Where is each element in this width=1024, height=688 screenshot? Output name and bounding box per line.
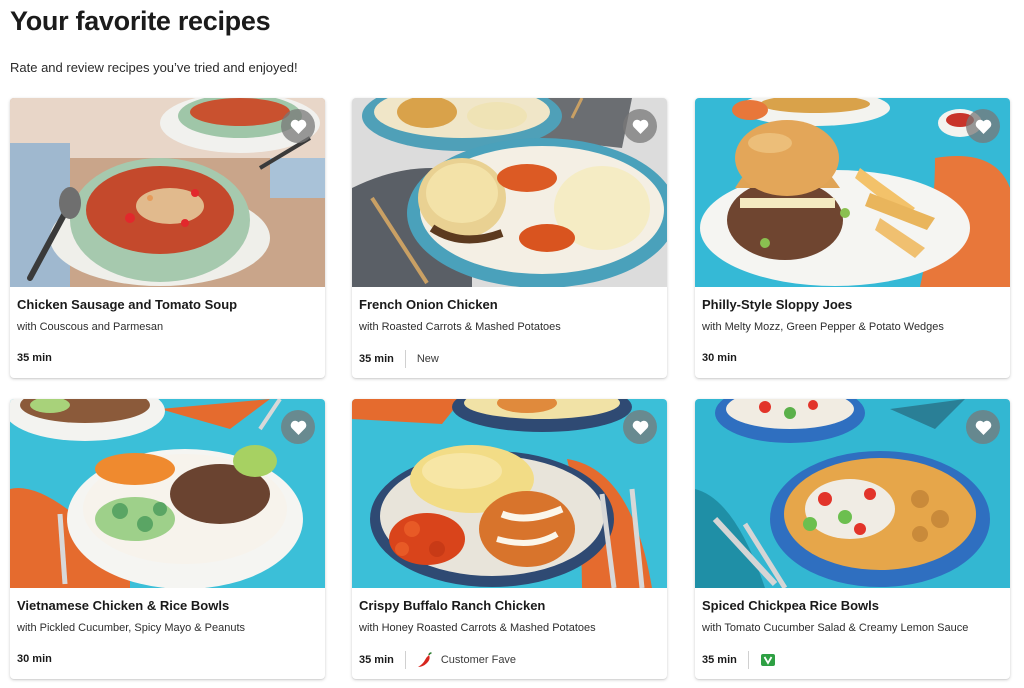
recipe-title[interactable]: Chicken Sausage and Tomato Soup [17,297,237,312]
recipe-card[interactable]: Crispy Buffalo Ranch Chicken with Honey … [352,399,667,679]
recipe-image[interactable] [352,399,667,588]
recipe-card[interactable]: Chicken Sausage and Tomato Soup with Cou… [10,98,325,378]
heart-icon [975,119,991,134]
cook-time: 30 min [17,653,52,665]
recipe-title[interactable]: Vietnamese Chicken & Rice Bowls [17,598,229,613]
recipe-subtitle: with Couscous and Parmesan [17,321,164,333]
recipe-meta: 30 min [17,649,52,669]
heart-icon [290,119,306,134]
recipe-subtitle: with Honey Roasted Carrots & Mashed Pota… [359,622,596,634]
recipe-subtitle: with Pickled Cucumber, Spicy Mayo & Pean… [17,622,246,634]
veggie-icon [760,652,776,668]
heart-icon [632,119,648,134]
recipe-subtitle: with Roasted Carrots & Mashed Potatoes [359,321,561,333]
recipe-image[interactable] [10,98,325,287]
recipe-meta: 35 min New [359,349,439,369]
recipe-card[interactable]: Philly-Style Sloppy Joes with Melty Mozz… [695,98,1010,378]
recipe-meta: 35 min [702,650,784,670]
chili-pepper-icon [417,652,433,668]
favorite-button[interactable] [966,109,1000,143]
recipe-tag: Customer Fave [440,654,517,666]
cook-time: 35 min [359,654,394,666]
recipe-tag: New [416,353,439,365]
cook-time: 35 min [359,353,394,365]
recipe-subtitle: with Tomato Cucumber Salad & Creamy Lemo… [702,622,969,634]
recipe-title[interactable]: French Onion Chicken [359,297,498,312]
recipe-title[interactable]: Philly-Style Sloppy Joes [702,297,852,312]
favorite-button[interactable] [281,410,315,444]
meta-divider [747,651,749,669]
recipe-image[interactable] [352,98,667,287]
heart-icon [632,420,648,435]
recipe-subtitle: with Melty Mozz, Green Pepper & Potato W… [702,321,944,333]
cook-time: 35 min [702,654,737,666]
page-subtitle: Rate and review recipes you’ve tried and… [10,60,298,75]
cook-time: 35 min [17,352,52,364]
recipe-title[interactable]: Crispy Buffalo Ranch Chicken [359,598,545,613]
heart-icon [975,420,991,435]
recipe-image[interactable] [10,399,325,588]
recipe-image[interactable] [695,98,1010,287]
meta-divider [404,651,406,669]
recipe-title[interactable]: Spiced Chickpea Rice Bowls [702,598,879,613]
heart-icon [290,420,306,435]
recipe-meta: 35 min [17,348,52,368]
meta-divider [404,350,406,368]
recipe-image[interactable] [695,399,1010,588]
recipe-card[interactable]: Vietnamese Chicken & Rice Bowls with Pic… [10,399,325,679]
favorite-button[interactable] [966,410,1000,444]
recipe-meta: 35 min Customer Fave [359,650,516,670]
cook-time: 30 min [702,352,737,364]
recipe-card[interactable]: French Onion Chicken with Roasted Carrot… [352,98,667,378]
favorite-button[interactable] [623,410,657,444]
favorite-button[interactable] [623,109,657,143]
favorite-button[interactable] [281,109,315,143]
page-title: Your favorite recipes [10,6,271,36]
recipe-card[interactable]: Spiced Chickpea Rice Bowls with Tomato C… [695,399,1010,679]
recipe-meta: 30 min [702,348,737,368]
